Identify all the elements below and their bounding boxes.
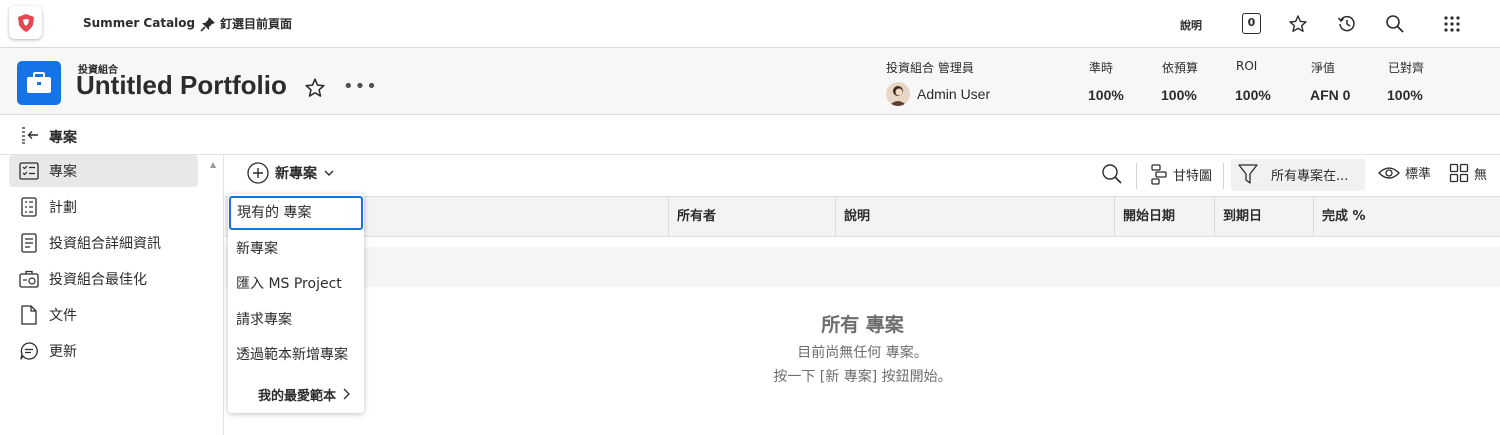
new-project-button[interactable]: 新專案 — [247, 162, 335, 184]
sidebar-item-plan[interactable]: 計劃 — [9, 191, 198, 223]
sidebar: ▲ 專案 計劃 投資組合詳細資訊 投資組合最佳化 文件 更新 — [0, 155, 224, 435]
metric-value-net-value: AFN 0 — [1310, 87, 1351, 103]
sidebar-item-label: 文件 — [49, 308, 77, 324]
favorite-templates-label: 我的最愛範本 — [257, 388, 336, 404]
catalog-link[interactable]: Summer Catalog — [83, 16, 195, 30]
sidebar-item-label: 專案 — [49, 164, 77, 180]
gantt-icon — [1151, 164, 1167, 185]
gantt-label: 甘特圖 — [1173, 168, 1213, 184]
more-options-icon[interactable]: ••• — [343, 76, 378, 97]
metric-value-aligned: 100% — [1387, 87, 1423, 103]
column-header-due-date[interactable]: 到期日 — [1215, 197, 1262, 236]
help-link[interactable]: 說明 — [1180, 17, 1202, 33]
logo-icon — [17, 13, 34, 32]
menu-item-from-template[interactable]: 透過範本新增專案 — [228, 338, 364, 372]
manager-label: 投資組合 管理員 — [886, 61, 974, 75]
metric-label-roi: ROI — [1236, 59, 1258, 73]
sidebar-item-projects[interactable]: 專案 — [9, 155, 198, 187]
gantt-button[interactable]: 甘特圖 — [1150, 163, 1212, 185]
menu-item-new-project[interactable]: 新專案 — [228, 232, 364, 266]
search-icon[interactable] — [1384, 13, 1406, 35]
toolbar-divider — [1223, 163, 1224, 189]
metric-label-aligned: 已對齊 — [1388, 61, 1425, 75]
section-header: 專案 — [0, 115, 1500, 155]
scroll-up-arrow-icon[interactable]: ▲ — [210, 160, 216, 169]
empty-state-title: 所有 專案 — [821, 314, 904, 336]
empty-state: 所有 專案 目前尚無任何 專案。 按一下 [新 專案] 按鈕開始。 — [225, 310, 1500, 389]
list-toolbar: 新專案 甘特圖 所有專案在... 標準 無 — [225, 155, 1500, 196]
metric-value-roi: 100% — [1235, 87, 1271, 103]
sidebar-item-label: 投資組合詳細資訊 — [49, 236, 161, 252]
plan-icon — [9, 197, 49, 217]
grouping-button[interactable]: 無 — [1449, 163, 1487, 183]
filter-button[interactable]: 所有專案在... — [1238, 163, 1348, 185]
grouping-label: 無 — [1474, 167, 1488, 183]
column-header-start-date[interactable]: 開始日期 — [1115, 197, 1175, 236]
menu-item-favorite-templates[interactable]: 我的最愛範本 — [228, 380, 364, 408]
sidebar-item-portfolio-optimizer[interactable]: 投資組合最佳化 — [9, 263, 198, 295]
avatar[interactable] — [886, 82, 910, 106]
add-circle-icon — [247, 162, 269, 184]
workfront-logo[interactable] — [9, 6, 42, 39]
menu-item-import-ms-project[interactable]: 匯入 MS Project — [228, 267, 364, 301]
chevron-down-icon — [324, 170, 334, 176]
updates-icon — [9, 341, 49, 361]
optimizer-icon — [9, 270, 49, 288]
view-label: 標準 — [1405, 167, 1432, 182]
metric-value-on-budget: 100% — [1161, 87, 1197, 103]
document-icon — [9, 305, 49, 325]
section-title: 專案 — [49, 130, 77, 146]
metric-label-on-budget: 依預算 — [1162, 61, 1199, 75]
details-icon — [9, 233, 49, 253]
pin-page-label: 釘選目前頁面 — [220, 17, 293, 31]
sidebar-item-label: 更新 — [49, 344, 77, 360]
empty-state-hint: 按一下 [新 專案] 按鈕開始。 — [773, 369, 952, 385]
projects-icon — [9, 162, 49, 180]
new-project-menu: 現有的 專案 新專案 匯入 MS Project 請求專案 透過範本新增專案 我… — [228, 194, 364, 413]
column-header-owner[interactable]: 所有者 — [669, 197, 716, 236]
chevron-right-icon — [343, 388, 350, 400]
portfolio-briefcase-icon — [17, 61, 61, 105]
toolbar-divider — [1136, 163, 1137, 189]
page-title[interactable]: Untitled Portfolio — [76, 70, 287, 101]
sidebar-item-portfolio-details[interactable]: 投資組合詳細資訊 — [9, 227, 198, 259]
metric-label-net-value: 淨值 — [1311, 61, 1336, 75]
notification-badge[interactable]: 0 — [1242, 13, 1261, 34]
empty-state-message: 目前尚無任何 專案。 — [797, 345, 928, 361]
manager-name[interactable]: Admin User — [917, 86, 990, 102]
grouping-icon — [1449, 163, 1469, 183]
toolbar-search-icon[interactable] — [1101, 163, 1123, 185]
portfolio-header: 投資組合 Untitled Portfolio ••• 投資組合 管理員 Adm… — [0, 48, 1500, 115]
sidebar-item-label: 計劃 — [49, 200, 77, 216]
table-header: 所有者 說明 開始日期 到期日 完成 % — [225, 196, 1500, 237]
metric-label-on-time: 準時 — [1089, 61, 1114, 75]
filter-icon — [1238, 164, 1258, 184]
pin-icon — [200, 16, 215, 32]
top-bar: Summer Catalog 釘選目前頁面 說明 0 — [0, 0, 1500, 48]
pin-page-button[interactable]: 釘選目前頁面 — [200, 15, 292, 32]
collapse-panel-icon[interactable] — [20, 126, 40, 144]
metric-value-on-time: 100% — [1088, 87, 1124, 103]
favorites-star-icon[interactable] — [1287, 13, 1309, 35]
sidebar-item-updates[interactable]: 更新 — [9, 335, 198, 367]
group-row — [225, 247, 1500, 287]
menu-item-existing-project[interactable]: 現有的 專案 — [229, 196, 363, 230]
sidebar-item-documents[interactable]: 文件 — [9, 299, 198, 331]
recent-history-icon[interactable] — [1336, 13, 1358, 35]
eye-icon — [1378, 166, 1400, 179]
sidebar-item-label: 投資組合最佳化 — [49, 272, 147, 288]
view-button[interactable]: 標準 — [1378, 163, 1431, 182]
column-header-description[interactable]: 說明 — [836, 197, 870, 236]
app-launcher-icon[interactable] — [1441, 13, 1463, 35]
new-project-label: 新專案 — [275, 166, 317, 182]
column-header-percent-complete[interactable]: 完成 % — [1314, 197, 1366, 236]
menu-item-request-project[interactable]: 請求專案 — [228, 303, 364, 337]
favorite-star-icon[interactable] — [304, 77, 326, 99]
filter-label: 所有專案在... — [1271, 168, 1349, 184]
